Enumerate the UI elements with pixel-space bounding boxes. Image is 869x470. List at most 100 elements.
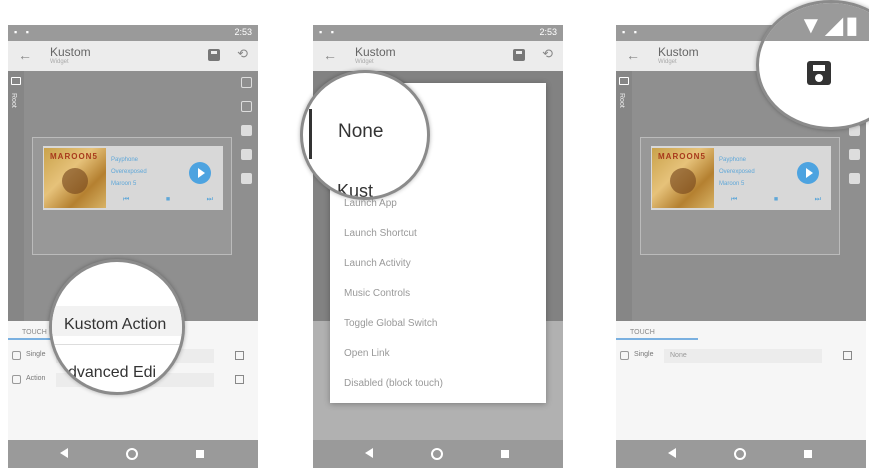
- nav-bar: [8, 440, 258, 468]
- left-sidebar: Root: [616, 71, 632, 321]
- single-action-field[interactable]: None: [664, 349, 822, 363]
- previous-icon[interactable]: ⏮: [731, 196, 737, 204]
- signal-battery-icon: ▼◢▮: [799, 12, 861, 39]
- album-band-text: MAROON5: [50, 152, 98, 161]
- music-widget[interactable]: MAROON5 Payphone Overexposed Maroon 5 ⏮ …: [43, 146, 223, 210]
- album-name: Overexposed: [719, 169, 755, 175]
- save-icon[interactable]: [208, 49, 220, 61]
- lock-icon[interactable]: [241, 125, 252, 136]
- app-subtitle: Widget: [355, 59, 374, 65]
- history-icon[interactable]: ⟲: [542, 46, 553, 62]
- music-widget[interactable]: MAROON5 Payphone Overexposed Maroon 5 ⏮ …: [651, 146, 831, 210]
- nav-home-icon[interactable]: [734, 448, 746, 460]
- nav-home-icon[interactable]: [431, 448, 443, 460]
- nav-bar: [616, 440, 866, 468]
- app-bar: ← Kustom Widget ⟲: [313, 41, 563, 71]
- folder-icon[interactable]: [11, 77, 21, 85]
- nav-recents-icon[interactable]: [196, 450, 204, 458]
- status-time: 2:53: [539, 27, 557, 37]
- single-label: Single: [26, 351, 46, 358]
- nav-back-icon[interactable]: [60, 448, 68, 458]
- layers-icon[interactable]: [241, 149, 252, 160]
- edit-icon: [12, 375, 21, 384]
- touch-icon: [12, 351, 21, 360]
- bird-image: [62, 168, 88, 194]
- nav-back-icon[interactable]: [668, 448, 676, 458]
- option-disabled-block-touch[interactable]: Disabled (block touch): [344, 378, 443, 389]
- song-title: Payphone: [719, 157, 747, 163]
- touch-tab[interactable]: TOUCH: [22, 329, 47, 336]
- next-icon[interactable]: ⏭: [207, 196, 213, 204]
- status-time: 2:53: [234, 27, 252, 37]
- phone-screenshot-1: ▪ ▪ 2:53 ← Kustom Widget ⟲ Root MAROON5: [8, 25, 258, 468]
- nav-back-icon[interactable]: [365, 448, 373, 458]
- status-bar: ▪ ▪ 2:53: [313, 25, 563, 41]
- save-icon[interactable]: [807, 61, 831, 85]
- widget-preview: MAROON5 Payphone Overexposed Maroon 5 ⏮ …: [32, 137, 232, 255]
- dialog-edge: [309, 109, 312, 159]
- song-info: Payphone Overexposed Maroon 5: [111, 154, 147, 190]
- nav-home-icon[interactable]: [126, 448, 138, 460]
- zoom-status-bar: ▼◢▮: [759, 3, 869, 41]
- stop-icon[interactable]: ■: [774, 196, 778, 204]
- option-music-controls[interactable]: Music Controls: [344, 288, 410, 299]
- song-info: Payphone Overexposed Maroon 5: [719, 154, 755, 190]
- previous-icon[interactable]: ⏮: [123, 196, 129, 204]
- single-checkbox[interactable]: [843, 351, 852, 360]
- none-option[interactable]: None: [338, 121, 383, 143]
- layers-icon[interactable]: [849, 149, 860, 160]
- back-arrow-icon[interactable]: ←: [626, 47, 640, 63]
- album-art: MAROON5: [44, 148, 106, 208]
- properties-panel: TOUCH Single None: [616, 321, 866, 440]
- action-label: Action: [26, 375, 46, 382]
- album-name: Overexposed: [111, 169, 147, 175]
- nav-recents-icon[interactable]: [501, 450, 509, 458]
- right-toolbar: [241, 77, 253, 197]
- touch-icon: [620, 351, 629, 360]
- app-subtitle: Widget: [658, 59, 677, 65]
- tab-indicator: [616, 338, 698, 340]
- notification-icons: ▪ ▪: [622, 27, 640, 37]
- save-icon[interactable]: [513, 49, 525, 61]
- artist-name: Maroon 5: [111, 181, 137, 187]
- magnifier-none-option: None Kust: [300, 70, 430, 200]
- stop-icon[interactable]: ■: [166, 196, 170, 204]
- divider: [52, 344, 182, 345]
- album-art: MAROON5: [652, 148, 714, 208]
- song-title: Payphone: [111, 157, 139, 163]
- media-controls: ⏮ ■ ⏭: [731, 196, 821, 204]
- square-tool-icon[interactable]: [241, 77, 252, 88]
- nav-recents-icon[interactable]: [804, 450, 812, 458]
- advanced-editor-option[interactable]: dvanced Edi: [68, 364, 156, 382]
- play-button[interactable]: [797, 162, 819, 184]
- action-checkbox[interactable]: [235, 375, 244, 384]
- media-controls: ⏮ ■ ⏭: [123, 196, 213, 204]
- app-title: Kustom: [50, 45, 91, 59]
- touch-tab[interactable]: TOUCH: [630, 329, 655, 336]
- next-icon[interactable]: ⏭: [815, 196, 821, 204]
- focus-tool-icon[interactable]: [241, 101, 252, 112]
- notification-icons: ▪ ▪: [14, 27, 32, 37]
- option-launch-shortcut[interactable]: Launch Shortcut: [344, 228, 417, 239]
- single-checkbox[interactable]: [235, 351, 244, 360]
- play-button[interactable]: [189, 162, 211, 184]
- kustom-action-option[interactable]: Kustom Action: [64, 316, 166, 334]
- back-arrow-icon[interactable]: ←: [323, 47, 337, 63]
- app-bar: ← Kustom Widget ⟲: [8, 41, 258, 71]
- pause-icon[interactable]: [241, 173, 252, 184]
- app-subtitle: Widget: [50, 59, 69, 65]
- app-title: Kustom: [355, 45, 396, 59]
- option-launch-activity[interactable]: Launch Activity: [344, 258, 411, 269]
- pause-icon[interactable]: [849, 173, 860, 184]
- single-label: Single: [634, 351, 654, 358]
- history-icon[interactable]: ⟲: [237, 46, 248, 62]
- single-touch-row[interactable]: Single None: [620, 349, 852, 363]
- folder-icon[interactable]: [619, 77, 629, 85]
- app-title: Kustom: [658, 45, 699, 59]
- option-toggle-global-switch[interactable]: Toggle Global Switch: [344, 318, 437, 329]
- back-arrow-icon[interactable]: ←: [18, 47, 32, 63]
- artist-name: Maroon 5: [719, 181, 745, 187]
- root-label: Root: [10, 93, 17, 108]
- status-bar: ▪ ▪ 2:53: [8, 25, 258, 41]
- option-open-link[interactable]: Open Link: [344, 348, 390, 359]
